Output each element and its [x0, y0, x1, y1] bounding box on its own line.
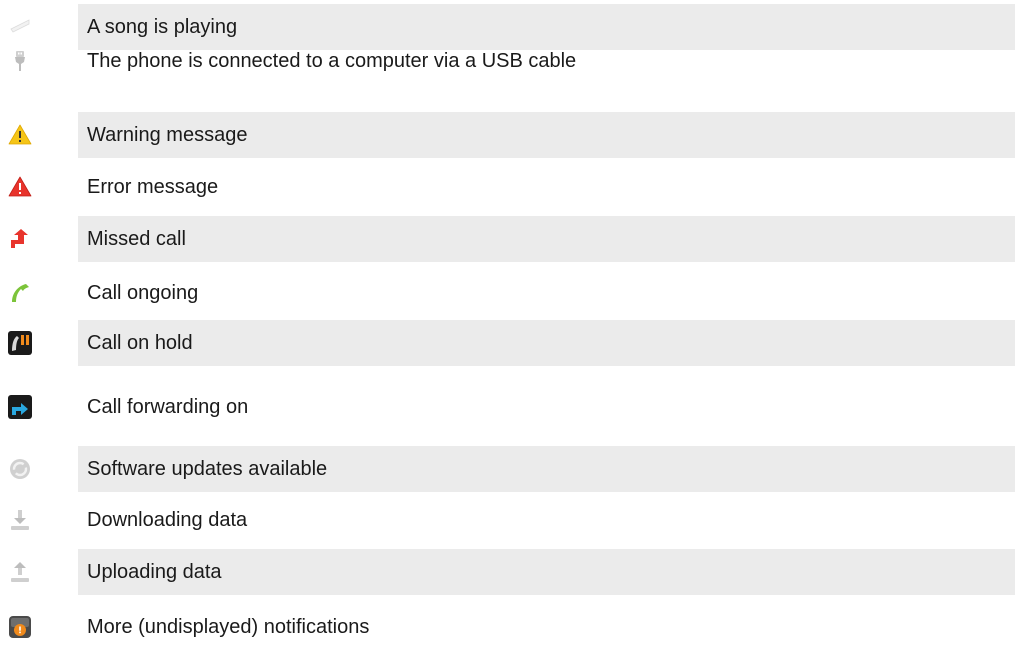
table-row: Downloading data	[0, 497, 1015, 543]
table-row: Call ongoing	[0, 270, 1015, 316]
table-row: The phone is connected to a computer via…	[0, 38, 1015, 84]
download-icon	[11, 510, 29, 530]
icon-cell	[0, 604, 78, 650]
table-row: Call forwarding on	[0, 384, 1015, 430]
description-cell: Software updates available	[78, 446, 1015, 492]
description-cell: Call forwarding on	[78, 384, 1015, 430]
error-icon	[8, 176, 32, 197]
description-text: More (undisplayed) notifications	[87, 616, 370, 638]
description-cell: Call ongoing	[78, 270, 1015, 316]
description-cell: Downloading data	[78, 497, 1015, 543]
description-text: Call ongoing	[87, 282, 199, 304]
upload-icon	[11, 562, 29, 582]
more-notifications-icon	[9, 616, 31, 638]
icon-cell	[0, 270, 78, 316]
icon-cell	[0, 384, 78, 430]
table-row: Missed call	[0, 216, 1015, 262]
warning-icon	[8, 124, 32, 145]
description-text: Uploading data	[87, 561, 222, 583]
table-row: Uploading data	[0, 549, 1015, 595]
call-ongoing-icon	[12, 284, 29, 302]
call-on-hold-icon	[8, 331, 32, 355]
description-cell: Missed call	[78, 216, 1015, 262]
description-text: Call on hold	[87, 332, 193, 354]
table-row: Software updates available	[0, 446, 1015, 492]
icon-cell	[0, 164, 78, 210]
description-text: Missed call	[87, 228, 186, 250]
icon-cell	[0, 497, 78, 543]
description-cell: More (undisplayed) notifications	[78, 604, 1015, 650]
song-playing-icon	[10, 19, 30, 33]
icon-cell	[0, 320, 78, 366]
description-cell: Warning message	[78, 112, 1015, 158]
status-icon-table: A song is playing The phone is connected…	[0, 0, 1015, 654]
description-text: Error message	[87, 176, 219, 198]
usb-icon	[15, 51, 25, 71]
description-text: Warning message	[87, 124, 248, 146]
icon-cell	[0, 446, 78, 492]
description-text: The phone is connected to a computer via…	[87, 50, 577, 72]
description-text: Downloading data	[87, 509, 248, 531]
description-text: Software updates available	[87, 458, 328, 480]
software-update-icon	[10, 459, 30, 479]
icon-cell	[0, 216, 78, 262]
icon-cell	[0, 112, 78, 158]
description-cell: Uploading data	[78, 549, 1015, 595]
missed-call-icon	[11, 229, 28, 248]
description-cell: Call on hold	[78, 320, 1015, 366]
call-forwarding-icon	[8, 395, 32, 419]
table-row: More (undisplayed) notifications	[0, 604, 1015, 650]
description-text: Call forwarding on	[87, 396, 249, 418]
table-row: Error message	[0, 164, 1015, 210]
table-row: Warning message	[0, 112, 1015, 158]
icon-cell	[0, 38, 78, 84]
description-cell: The phone is connected to a computer via…	[78, 38, 1015, 84]
description-cell: Error message	[78, 164, 1015, 210]
icon-cell	[0, 549, 78, 595]
table-row: Call on hold	[0, 320, 1015, 366]
